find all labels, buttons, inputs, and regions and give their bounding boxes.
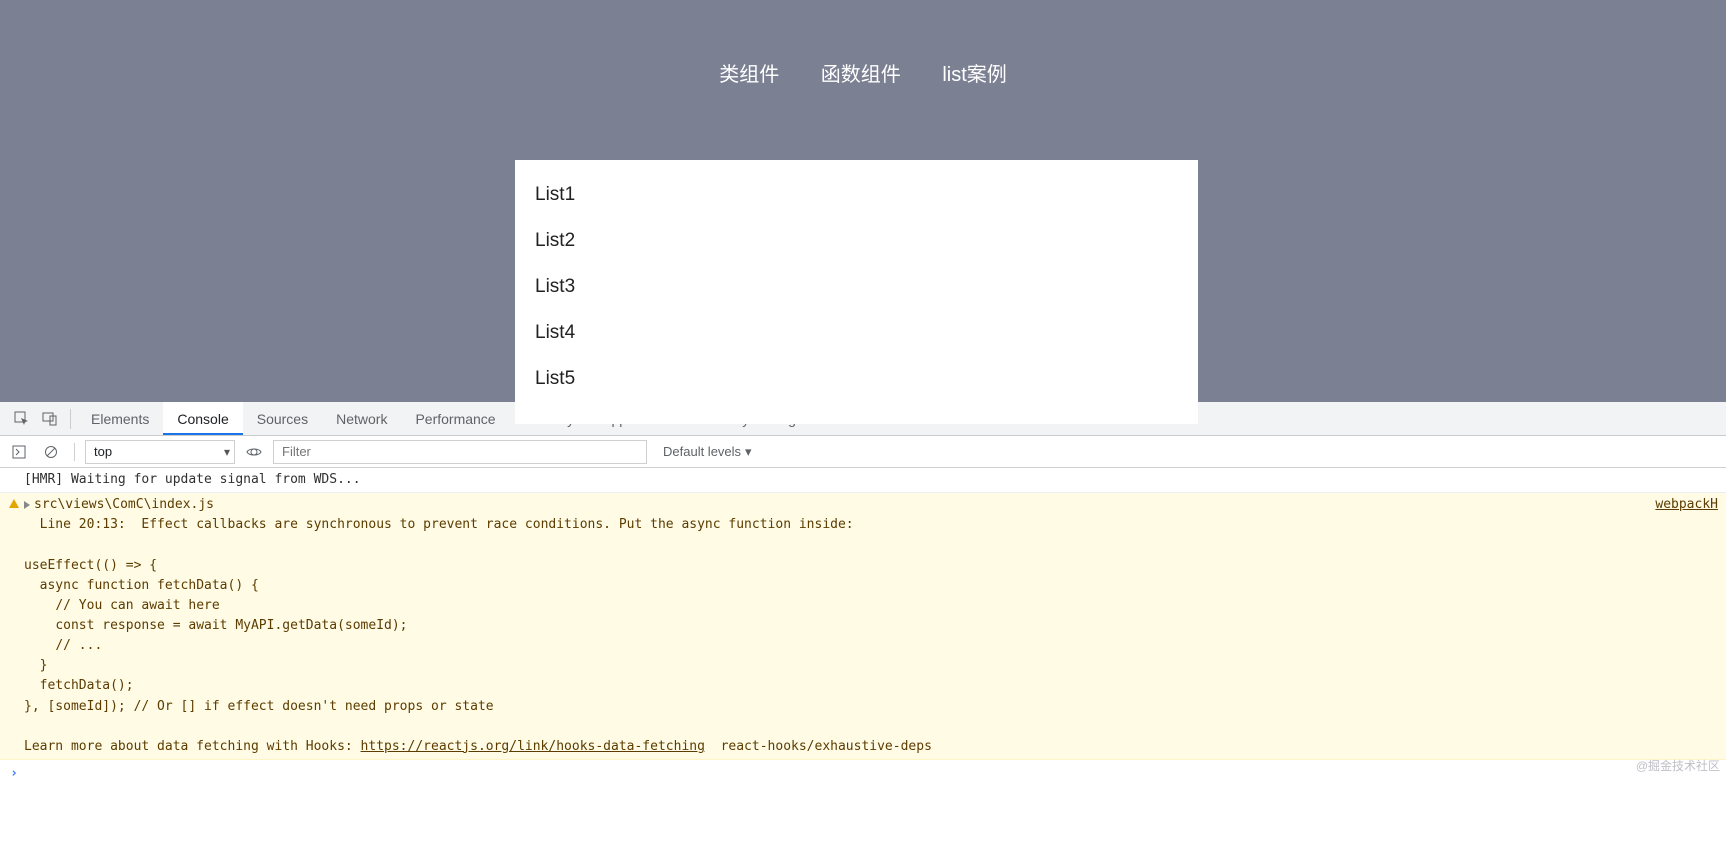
console-toolbar: top Default levels ▾ xyxy=(0,436,1726,468)
watermark: @掘金技术社区 xyxy=(1636,757,1720,774)
list-card: List1 List2 List3 List4 List5 xyxy=(515,160,1198,424)
console-sidebar-toggle-icon[interactable] xyxy=(6,439,32,465)
tab-network[interactable]: Network xyxy=(322,402,401,435)
context-selector[interactable]: top xyxy=(85,440,235,464)
console-output: [HMR] Waiting for update signal from WDS… xyxy=(0,468,1726,842)
context-value: top xyxy=(94,444,112,459)
list-item: List1 xyxy=(535,184,1178,206)
chevron-down-icon: ▾ xyxy=(745,444,752,460)
warning-icon xyxy=(9,499,19,508)
warn-tail: react-hooks/exhaustive-deps xyxy=(705,739,932,754)
nav-item-2[interactable]: list案例 xyxy=(942,58,1006,87)
expand-triangle-icon[interactable] xyxy=(24,501,30,509)
source-link-cell: webpackH xyxy=(1655,495,1726,757)
tab-console[interactable]: Console xyxy=(163,402,242,435)
divider xyxy=(70,409,71,429)
prompt-cell xyxy=(22,762,1726,822)
console-prompt-row: › xyxy=(0,760,1726,824)
log-message: [HMR] Waiting for update signal from WDS… xyxy=(22,470,1726,490)
console-prompt-input[interactable] xyxy=(71,784,1726,799)
list-item: List4 xyxy=(535,322,1178,344)
warn-message: src\views\ComC\index.js Line 20:13: Effe… xyxy=(22,495,1655,757)
gutter: › xyxy=(6,762,22,822)
nav-item-0[interactable]: 类组件 xyxy=(719,58,779,87)
levels-label: Default levels xyxy=(663,444,741,459)
gutter xyxy=(6,470,22,490)
live-expression-icon[interactable] xyxy=(241,439,267,465)
list-item: List3 xyxy=(535,276,1178,298)
divider xyxy=(74,443,75,461)
warn-body: Line 20:13: Effect callbacks are synchro… xyxy=(24,517,854,754)
prompt-caret-icon: › xyxy=(10,764,18,822)
gutter xyxy=(6,495,22,757)
list-item: List2 xyxy=(535,230,1178,252)
toggle-device-icon[interactable] xyxy=(36,405,64,433)
tab-elements[interactable]: Elements xyxy=(77,402,163,435)
console-warn-row: src\views\ComC\index.js Line 20:13: Effe… xyxy=(0,493,1726,760)
warn-link[interactable]: https://reactjs.org/link/hooks-data-fetc… xyxy=(361,739,705,754)
inspect-element-icon[interactable] xyxy=(8,405,36,433)
tab-sources[interactable]: Sources xyxy=(243,402,322,435)
clear-console-icon[interactable] xyxy=(38,439,64,465)
nav-item-1[interactable]: 函数组件 xyxy=(821,58,901,87)
tab-performance[interactable]: Performance xyxy=(401,402,509,435)
console-log-row: [HMR] Waiting for update signal from WDS… xyxy=(0,468,1726,493)
source-link[interactable]: webpackH xyxy=(1655,497,1718,512)
top-nav: 类组件 函数组件 list案例 xyxy=(0,58,1726,87)
log-levels-selector[interactable]: Default levels ▾ xyxy=(663,444,752,460)
filter-input[interactable] xyxy=(273,440,647,464)
list-item: List5 xyxy=(535,368,1178,390)
warn-file: src\views\ComC\index.js xyxy=(34,497,214,512)
app-viewport: 类组件 函数组件 list案例 List1 List2 List3 List4 … xyxy=(0,0,1726,402)
